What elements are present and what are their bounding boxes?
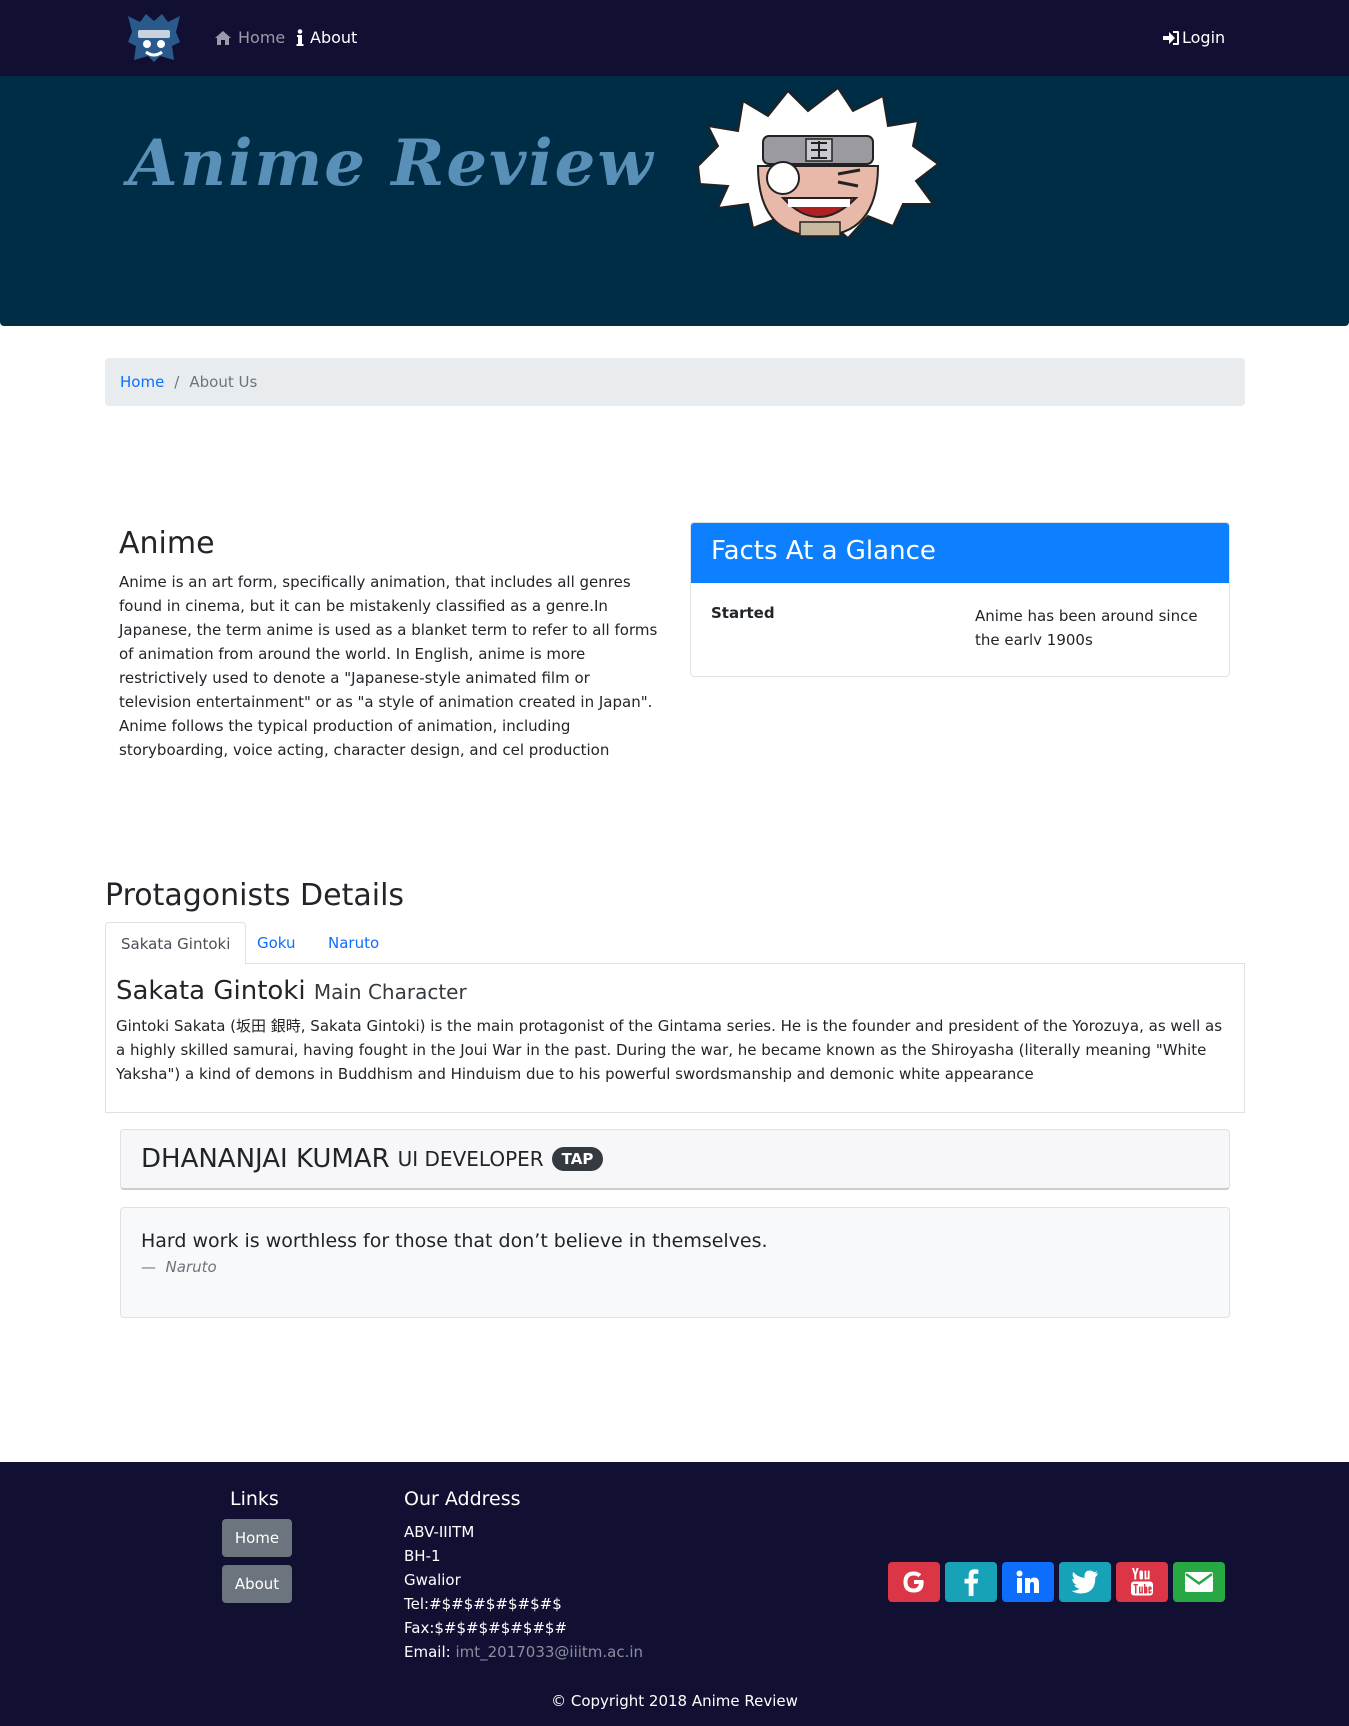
info-icon [296, 29, 304, 46]
address-line: Gwalior [404, 1571, 461, 1589]
nav-about-label: About [310, 28, 358, 47]
nav-home-link[interactable]: Home [214, 28, 285, 47]
nav-login-link[interactable]: Login [1162, 28, 1225, 47]
site-logo-icon[interactable] [124, 12, 184, 64]
linkedin-button[interactable] [1002, 1562, 1054, 1602]
breadcrumb: Home / About Us [105, 358, 1245, 406]
character-title: Sakata Gintoki Main Character [116, 976, 1234, 1006]
quote-footer: — Naruto [141, 1258, 1209, 1276]
twitter-button[interactable] [1059, 1562, 1111, 1602]
footer-home-button[interactable]: Home [222, 1519, 292, 1557]
google-button[interactable] [888, 1562, 940, 1602]
copyright: © Copyright 2018 Anime Review [551, 1692, 798, 1710]
nav-login-label: Login [1182, 28, 1226, 47]
developer-card: DHANANJAI KUMAR UI DEVELOPER TAP [120, 1129, 1230, 1190]
developer-name: DHANANJAI KUMAR [141, 1144, 390, 1174]
facts-value: Anime has been around since the early 19… [975, 607, 1198, 645]
facts-term: Started [711, 604, 775, 622]
social-buttons [888, 1562, 1225, 1602]
footer: Links Home About Our Address ABV-IIITM B… [0, 1462, 1349, 1726]
navbar: Home About Login [0, 0, 1349, 76]
breadcrumb-home-link[interactable]: Home [120, 373, 164, 391]
protagonist-tabs: Sakata Gintoki Goku Naruto [105, 922, 1245, 965]
quote-card: Hard work is worthless for those that do… [120, 1207, 1230, 1318]
mail-icon [1185, 1572, 1213, 1592]
footer-about-button[interactable]: About [222, 1565, 292, 1603]
quote-source: Naruto [165, 1258, 217, 1276]
developer-role: UI DEVELOPER [397, 1147, 544, 1171]
address-line: ABV-IIITM [404, 1523, 475, 1541]
tab-goku[interactable]: Goku [242, 922, 311, 964]
facebook-button[interactable] [945, 1562, 997, 1602]
nav-home-label: Home [238, 28, 286, 47]
youtube-icon [1131, 1568, 1153, 1596]
quote-dash: — [141, 1258, 156, 1276]
email-link[interactable]: imt_2017033@iiitm.ac.in [455, 1643, 643, 1661]
tab-naruto[interactable]: Naruto [313, 922, 394, 964]
youtube-button[interactable] [1116, 1562, 1168, 1602]
linkedin-icon [1016, 1570, 1039, 1593]
quote-text: Hard work is worthless for those that do… [141, 1230, 768, 1252]
address-line: Fax:$#$#$#$#$#$# [404, 1619, 568, 1637]
anime-heading: Anime [119, 526, 215, 561]
footer-address: ABV-IIITM BH-1 Gwalior Tel:#$#$#$#$#$#$ … [404, 1520, 643, 1664]
mascot-image [696, 86, 940, 240]
home-icon [215, 30, 231, 45]
email-button[interactable] [1173, 1562, 1225, 1602]
character-description: Gintoki Sakata (坂田 銀時, Sakata Gintoki) i… [116, 1017, 1223, 1083]
address-line: Tel:#$#$#$#$#$#$ [404, 1595, 562, 1613]
anime-paragraph: Anime follows the typical production of … [119, 717, 610, 759]
facts-card: Facts At a Glance Started Anime has been… [690, 522, 1230, 677]
protagonists-heading: Protagonists Details [105, 878, 405, 913]
tab-sakata-gintoki[interactable]: Sakata Gintoki [105, 922, 247, 965]
google-icon [903, 1571, 924, 1593]
character-name: Sakata Gintoki [116, 976, 306, 1006]
twitter-icon [1071, 1570, 1098, 1594]
site-title: Anime Review [128, 126, 655, 201]
footer-links-title: Links [230, 1488, 279, 1510]
breadcrumb-current: About Us [189, 373, 258, 391]
facts-card-body: Started Anime has been around since the … [691, 583, 1229, 645]
breadcrumb-separator: / [174, 373, 180, 391]
character-subtitle: Main Character [313, 980, 467, 1004]
footer-address-title: Our Address [404, 1488, 521, 1510]
sign-in-icon [1163, 30, 1179, 45]
email-label: Email: [404, 1643, 451, 1661]
address-line: BH-1 [404, 1547, 441, 1565]
tab-pane: Sakata Gintoki Main Character Gintoki Sa… [105, 963, 1245, 1113]
developer-badge: TAP [551, 1147, 604, 1171]
email-line: Email: imt_2017033@iiitm.ac.in [404, 1640, 643, 1664]
anime-paragraph: Anime is an art form, specifically anima… [119, 573, 658, 711]
jumbotron: Anime Review [0, 76, 1349, 326]
facts-card-title: Facts At a Glance [691, 523, 1229, 583]
nav-about-link[interactable]: About [296, 28, 357, 47]
facebook-icon [964, 1569, 979, 1596]
